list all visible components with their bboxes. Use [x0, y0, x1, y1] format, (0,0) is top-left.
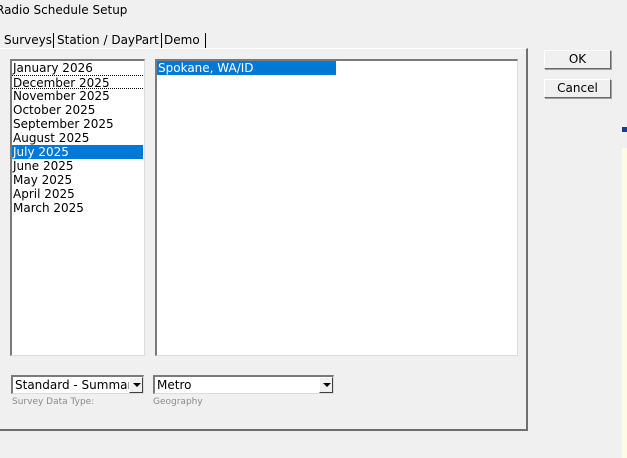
survey-data-type-value: Standard - Summary: [15, 378, 140, 392]
survey-list-item[interactable]: July 2025: [12, 145, 143, 159]
geography-label: Geography: [153, 397, 203, 407]
tab-demo[interactable]: Demo: [164, 30, 200, 50]
survey-list-item[interactable]: September 2025: [12, 117, 143, 131]
chevron-down-icon[interactable]: [319, 377, 333, 393]
background-window-edge: [622, 127, 627, 132]
title-bar: Radio Schedule Setup: [0, 0, 627, 22]
tab-divider: [205, 33, 206, 49]
tab-surveys[interactable]: Surveys: [4, 30, 52, 50]
tab-divider: [53, 33, 54, 49]
survey-list-item[interactable]: November 2025: [12, 89, 143, 103]
window-title: Radio Schedule Setup: [0, 3, 128, 17]
survey-list-item[interactable]: August 2025: [12, 131, 143, 145]
survey-list-item[interactable]: December 2025: [12, 75, 143, 90]
survey-data-type-select[interactable]: Standard - Summary: [11, 375, 144, 394]
geography-list[interactable]: Spokane, WA/ID: [155, 59, 518, 356]
geography-list-item[interactable]: Spokane, WA/ID: [157, 61, 336, 75]
geography-select[interactable]: Metro: [153, 375, 334, 394]
survey-list-item[interactable]: March 2025: [12, 201, 143, 215]
survey-list-item[interactable]: April 2025: [12, 187, 143, 201]
survey-list-item[interactable]: January 2026: [12, 61, 143, 75]
tab-divider: [161, 33, 162, 49]
survey-list-item[interactable]: May 2025: [12, 173, 143, 187]
survey-data-type-label: Survey Data Type:: [12, 397, 95, 407]
survey-list-item[interactable]: October 2025: [12, 103, 143, 117]
survey-list[interactable]: January 2026 December 2025 November 2025 Oc…: [10, 59, 145, 356]
tab-station-daypart[interactable]: Station / DayPart: [57, 30, 159, 50]
geography-value: Metro: [157, 378, 192, 392]
background-window-edge: [622, 148, 627, 458]
cancel-button[interactable]: Cancel: [544, 79, 611, 98]
ok-button[interactable]: OK: [544, 50, 611, 69]
chevron-down-icon[interactable]: [129, 377, 143, 393]
survey-list-item[interactable]: June 2025: [12, 159, 143, 173]
